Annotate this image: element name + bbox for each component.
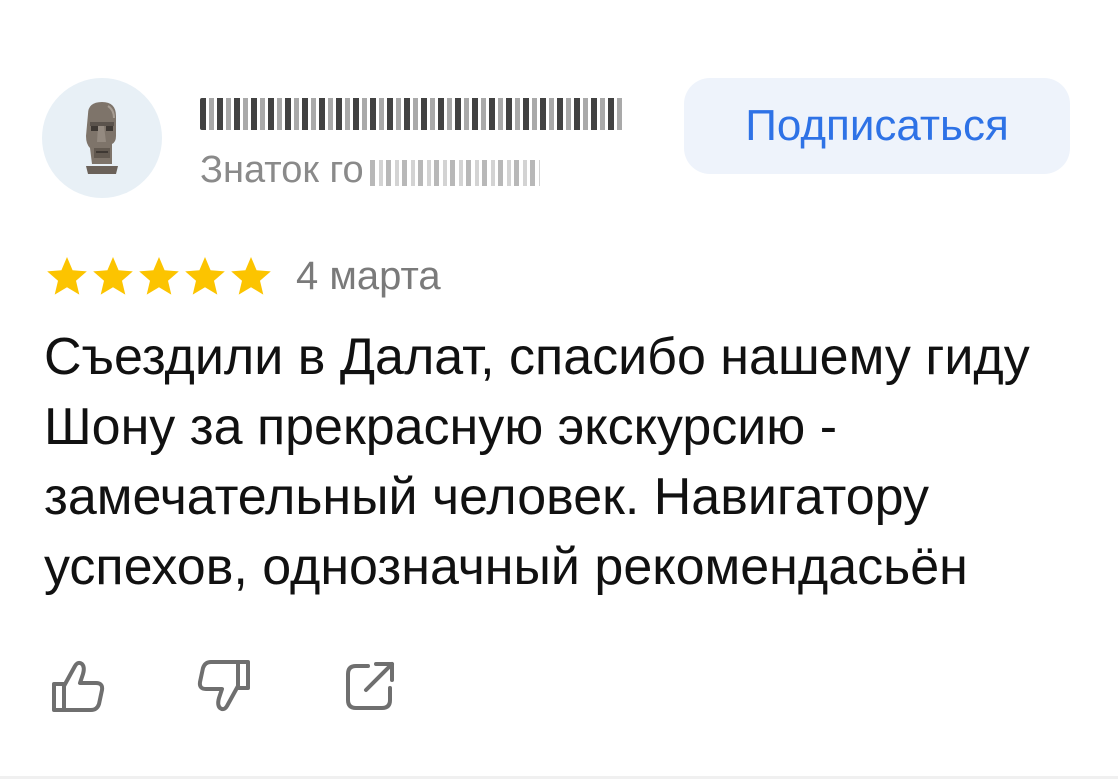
rating-row: 4 марта <box>44 252 441 300</box>
author-subtitle-redacted <box>369 160 540 186</box>
subscribe-button[interactable]: Подписаться <box>684 78 1070 174</box>
thumbs-down-icon <box>197 660 250 712</box>
avatar[interactable] <box>42 78 162 198</box>
star-icon <box>185 257 225 295</box>
review-card: Знаток го Подписаться 4 марта Съездили в… <box>0 0 1118 779</box>
dislike-button[interactable] <box>194 656 254 716</box>
star-icon <box>231 257 271 295</box>
share-button[interactable] <box>342 656 402 716</box>
star-rating <box>44 254 274 298</box>
review-date: 4 марта <box>296 254 441 298</box>
share-icon <box>346 662 394 710</box>
author-name[interactable] <box>200 92 625 136</box>
author-subtitle: Знаток го <box>200 148 540 192</box>
moai-statue-icon <box>86 102 118 174</box>
star-icon <box>93 257 133 295</box>
like-button[interactable] <box>48 656 108 716</box>
star-icon <box>47 257 87 295</box>
thumbs-up-icon <box>52 660 105 712</box>
author-subtitle-text: Знаток го <box>200 149 364 191</box>
star-icon <box>139 257 179 295</box>
author-name-redacted <box>200 98 625 130</box>
review-text: Съездили в Далат, спасибо нашему гиду Шо… <box>44 328 1030 596</box>
